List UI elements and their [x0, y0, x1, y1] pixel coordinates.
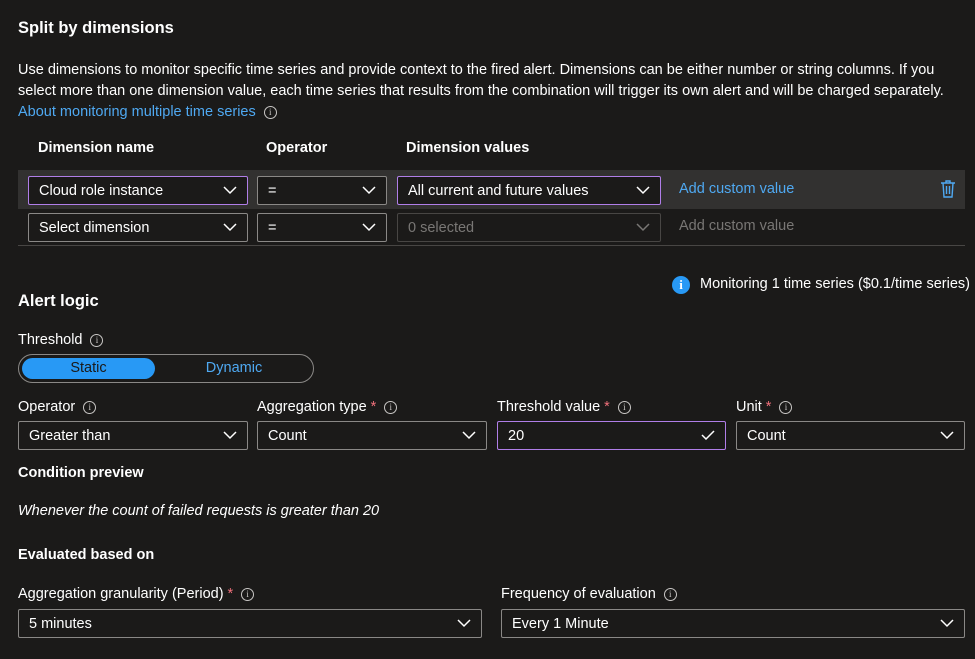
threshold-toggle[interactable]: Static Dynamic	[18, 354, 314, 383]
header-dimension-values: Dimension values	[406, 140, 530, 156]
about-monitoring-link[interactable]: About monitoring multiple time series	[18, 104, 256, 120]
chevron-down-icon	[223, 185, 237, 195]
dimension-values-dropdown[interactable]: All current and future values	[397, 176, 661, 205]
threshold-label: Threshold i	[18, 332, 104, 348]
dimension-name-dropdown[interactable]: Cloud role instance	[28, 176, 248, 205]
granularity-label: Aggregation granularity (Period) * i	[18, 586, 255, 602]
chevron-down-icon	[362, 222, 376, 232]
required-marker: *	[227, 586, 234, 602]
operator-label: Operator i	[18, 399, 97, 415]
header-dimension-name: Dimension name	[38, 140, 155, 156]
aggregation-type-label: Aggregation type * i	[257, 399, 398, 415]
required-marker: *	[370, 399, 377, 415]
info-icon[interactable]: i	[384, 401, 398, 414]
info-icon[interactable]: i	[241, 588, 255, 601]
info-icon[interactable]: i	[617, 401, 631, 414]
chevron-down-icon	[462, 430, 476, 440]
frequency-select[interactable]: Every 1 Minute	[501, 609, 965, 638]
condition-preview-text: Whenever the count of failed requests is…	[18, 503, 380, 519]
split-description: Use dimensions to monitor specific time …	[18, 62, 944, 120]
dimension-values-dropdown-2: 0 selected	[397, 213, 661, 242]
monitoring-text: Monitoring 1 time series ($0.1/time seri…	[700, 276, 970, 292]
chevron-down-icon	[636, 222, 650, 232]
operator-dropdown[interactable]: =	[257, 176, 387, 205]
threshold-value-label: Threshold value * i	[497, 399, 631, 415]
info-icon[interactable]: i	[83, 401, 97, 414]
threshold-dynamic-option[interactable]: Dynamic	[159, 358, 309, 379]
unit-label: Unit * i	[736, 399, 793, 415]
condition-preview-title: Condition preview	[18, 465, 144, 481]
checkmark-icon	[701, 430, 715, 440]
info-icon[interactable]: i	[779, 401, 793, 414]
aggregation-type-select[interactable]: Count	[257, 421, 487, 450]
info-icon[interactable]: i	[90, 334, 104, 347]
frequency-label: Frequency of evaluation i	[501, 586, 677, 602]
chevron-down-icon	[362, 185, 376, 195]
threshold-value-input[interactable]: 20	[497, 421, 726, 450]
unit-select[interactable]: Count	[736, 421, 965, 450]
required-marker: *	[604, 399, 610, 415]
evaluated-title: Evaluated based on	[18, 547, 155, 563]
operator-dropdown-2[interactable]: =	[257, 213, 387, 242]
info-icon[interactable]: i	[663, 588, 677, 601]
chevron-down-icon	[940, 618, 954, 628]
section-title-split: Split by dimensions	[18, 19, 174, 37]
header-operator: Operator	[266, 140, 328, 156]
add-custom-value-disabled: Add custom value	[679, 218, 795, 234]
operator-select[interactable]: Greater than	[18, 421, 248, 450]
required-marker: *	[765, 399, 772, 415]
chevron-down-icon	[636, 185, 650, 195]
chevron-down-icon	[223, 222, 237, 232]
granularity-select[interactable]: 5 minutes	[18, 609, 482, 638]
info-icon[interactable]: i	[263, 106, 277, 119]
chevron-down-icon	[457, 618, 471, 628]
chevron-down-icon	[223, 430, 237, 440]
divider	[18, 245, 965, 246]
threshold-static-option[interactable]: Static	[22, 358, 155, 379]
trash-icon[interactable]	[939, 179, 957, 199]
chevron-down-icon	[940, 430, 954, 440]
select-dimension-dropdown[interactable]: Select dimension	[28, 213, 248, 242]
info-filled-icon: i	[672, 276, 690, 294]
add-custom-value-link[interactable]: Add custom value	[679, 181, 794, 197]
section-title-alert-logic: Alert logic	[18, 292, 99, 310]
